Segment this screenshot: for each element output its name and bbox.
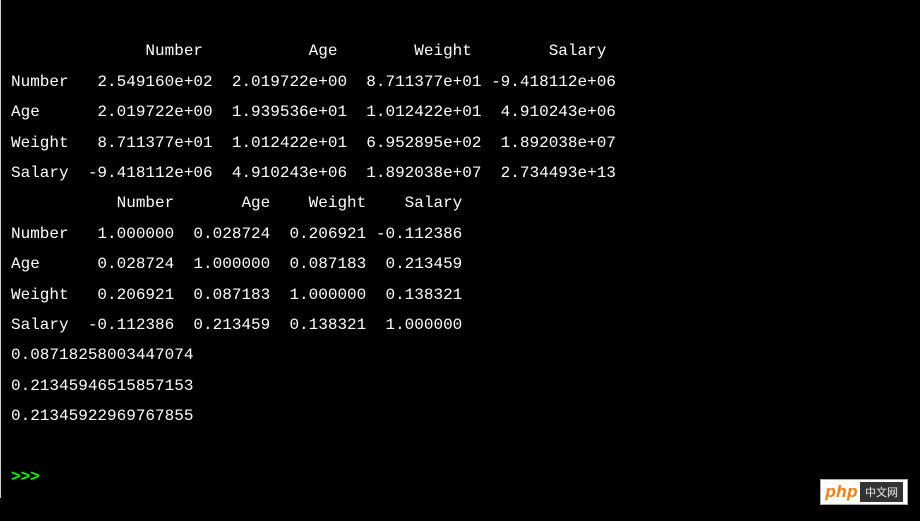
scalar-output: 0.21345946515857153 <box>11 377 193 395</box>
corr-row: Weight 0.206921 0.087183 1.000000 0.1383… <box>11 286 462 304</box>
cov-table-header: Number Age Weight Salary <box>11 42 606 60</box>
cov-row: Age 2.019722e+00 1.939536e+01 1.012422e+… <box>11 103 616 121</box>
cov-row: Weight 8.711377e+01 1.012422e+01 6.95289… <box>11 134 616 152</box>
scalar-output: 0.08718258003447074 <box>11 346 193 364</box>
watermark-php: php <box>825 482 858 502</box>
terminal-output: Number Age Weight Salary Number 2.549160… <box>0 0 920 498</box>
cov-row: Salary -9.418112e+06 4.910243e+06 1.8920… <box>11 164 616 182</box>
scalar-output: 0.21345922969767855 <box>11 407 193 425</box>
corr-row: Number 1.000000 0.028724 0.206921 -0.112… <box>11 225 462 243</box>
site-watermark: php 中文网 <box>820 479 908 505</box>
corr-row: Age 0.028724 1.000000 0.087183 0.213459 <box>11 255 462 273</box>
corr-table-header: Number Age Weight Salary <box>11 194 462 212</box>
corr-row: Salary -0.112386 0.213459 0.138321 1.000… <box>11 316 462 334</box>
python-prompt[interactable]: >>> <box>11 468 49 486</box>
cov-row: Number 2.549160e+02 2.019722e+00 8.71137… <box>11 73 616 91</box>
watermark-cn: 中文网 <box>860 482 903 502</box>
